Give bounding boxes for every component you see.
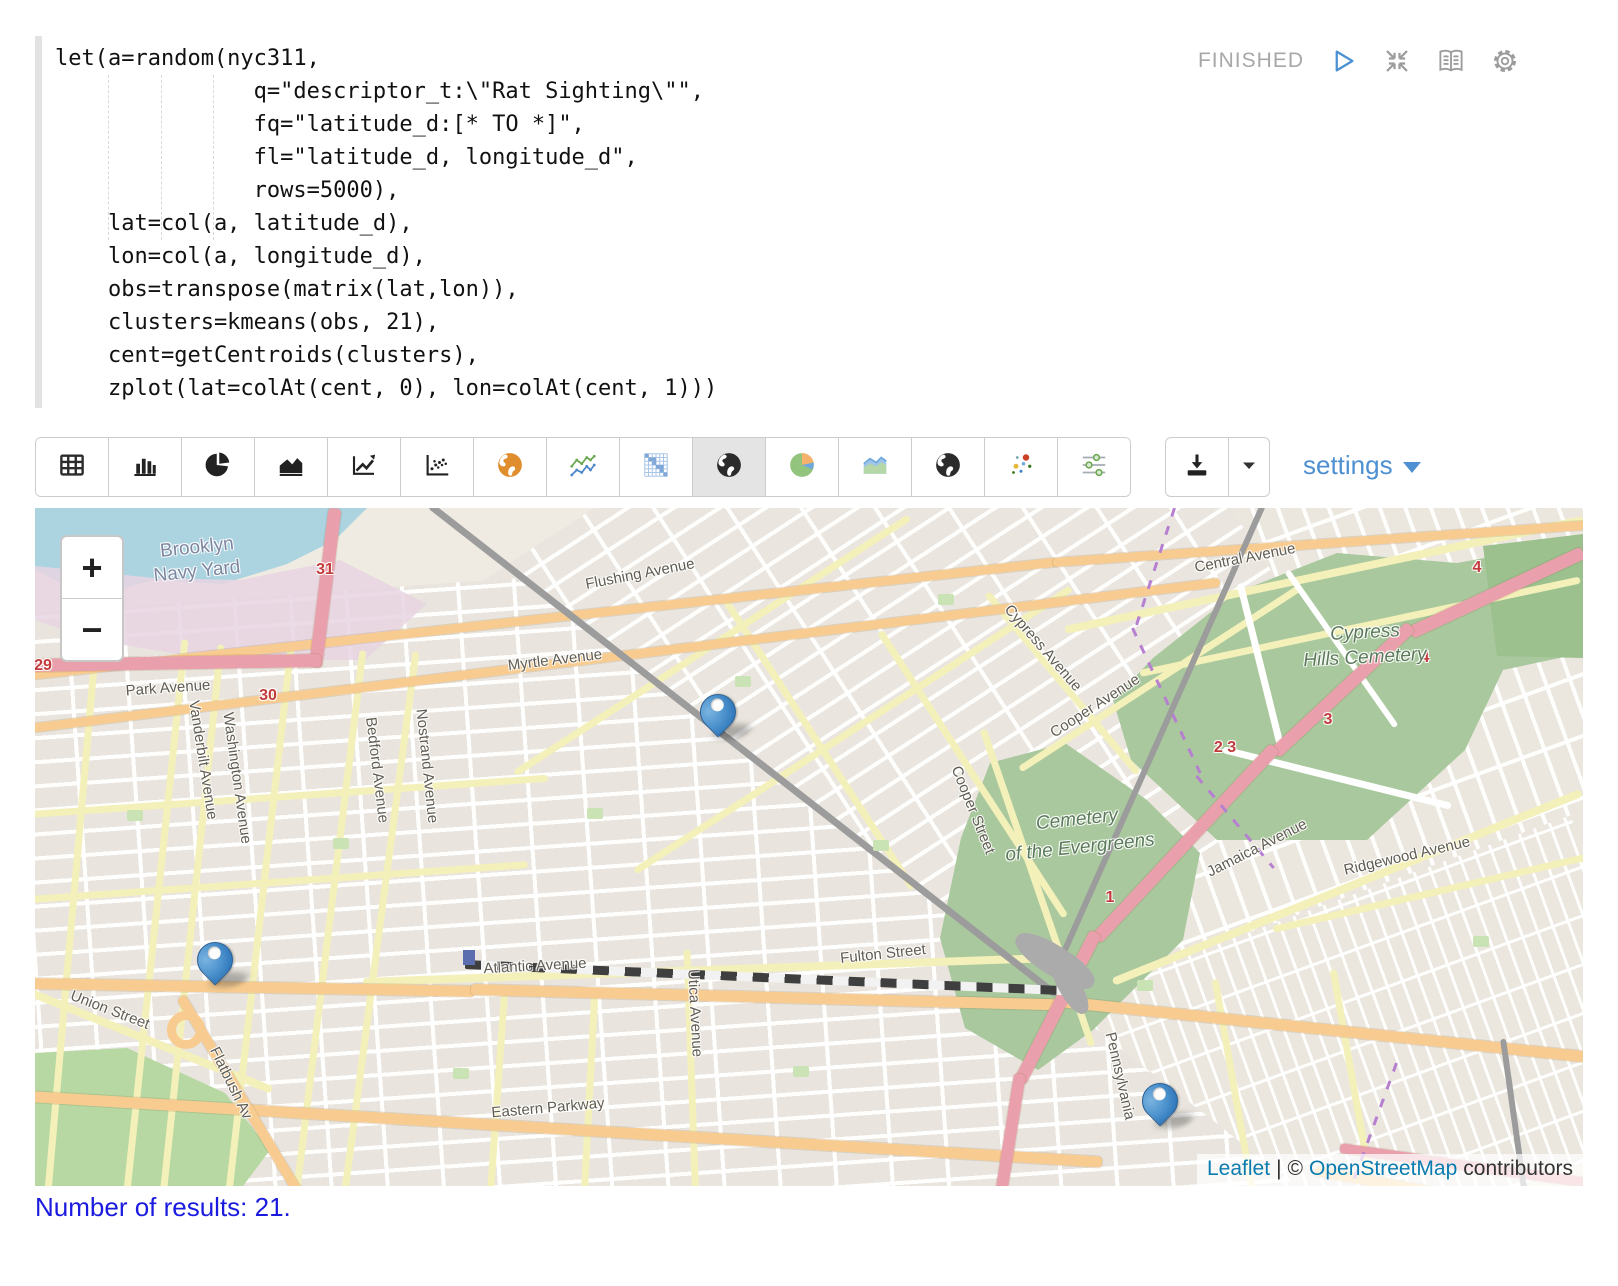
route-shield: 4	[1473, 559, 1482, 577]
leaflet-map[interactable]: Park AvenueVanderbilt AvenueWashington A…	[35, 508, 1583, 1186]
pie-chart-button[interactable]	[182, 438, 255, 496]
chart-type-group	[35, 437, 1131, 497]
globe-orange-icon	[495, 450, 525, 485]
station-marker	[463, 950, 475, 965]
park-patch	[793, 1066, 809, 1077]
route-shield: 29	[35, 657, 52, 675]
multi-line-chart-icon	[568, 450, 598, 485]
place-label: Cypress	[1330, 620, 1401, 646]
bar-chart-button[interactable]	[109, 438, 182, 496]
leaflet-link[interactable]: Leaflet	[1207, 1157, 1270, 1181]
table-button[interactable]	[36, 438, 109, 496]
download-icon	[1183, 451, 1211, 484]
route-shield: 31	[316, 561, 334, 579]
grand-army-plaza	[167, 1011, 205, 1049]
zoom-in-button[interactable]: +	[62, 537, 122, 599]
gear-icon[interactable]	[1490, 46, 1520, 76]
globe-dark-icon	[933, 450, 963, 485]
code-editor[interactable]: let(a=random(nyc311, q="descriptor_t:\"R…	[35, 30, 1583, 418]
route-shield: 3	[1324, 711, 1333, 729]
book-icon[interactable]	[1436, 46, 1466, 76]
table-icon	[57, 450, 87, 485]
scatter-color-button[interactable]	[985, 438, 1058, 496]
area-chart-icon	[276, 450, 306, 485]
code-line: cent=getCentroids(clusters),	[55, 339, 717, 372]
scatter-color-icon	[1006, 450, 1036, 485]
code-line: fq="latitude_d:[* TO *]",	[55, 108, 717, 141]
bar-chart-icon	[130, 450, 160, 485]
attribution-separator: |	[1276, 1157, 1281, 1181]
visualization-toolbar: settings	[35, 437, 1583, 497]
paragraph-controls: FINISHED	[1198, 46, 1520, 76]
route-shield: 30	[259, 687, 277, 705]
route-shield: 2 3	[1214, 739, 1236, 757]
heatmap-button[interactable]	[620, 438, 693, 496]
code-line: lon=col(a, longitude_d),	[55, 240, 717, 273]
status-badge: FINISHED	[1198, 49, 1304, 73]
attribution-suffix: contributors	[1463, 1157, 1573, 1181]
download-button[interactable]	[1166, 438, 1229, 496]
park-patch	[333, 838, 349, 849]
park-patch	[873, 840, 889, 851]
code-line: let(a=random(nyc311,	[55, 42, 717, 75]
park-patch	[453, 1068, 469, 1079]
sliders-button[interactable]	[1058, 438, 1130, 496]
code-line: fl="latitude_d, longitude_d",	[55, 141, 717, 174]
download-group	[1165, 437, 1270, 497]
copyright-symbol: ©	[1288, 1157, 1303, 1181]
download-caret-button[interactable]	[1229, 438, 1269, 496]
code-line: q="descriptor_t:\"Rat Sighting\"",	[55, 75, 717, 108]
multi-line-chart-button[interactable]	[547, 438, 620, 496]
park-patch	[127, 810, 143, 821]
area-color-icon	[860, 450, 890, 485]
area-chart-button[interactable]	[255, 438, 328, 496]
osm-link[interactable]: OpenStreetMap	[1309, 1157, 1457, 1181]
park-patch	[938, 594, 954, 605]
settings-toggle[interactable]: settings	[1303, 450, 1421, 481]
caret-down-icon	[1403, 462, 1421, 473]
result-count-text: Number of results: 21.	[35, 1192, 291, 1223]
route-shield: 1	[1106, 889, 1115, 907]
code-line: zplot(lat=colAt(cent, 0), lon=colAt(cent…	[55, 372, 717, 405]
scatter-chart-button[interactable]	[401, 438, 474, 496]
collapse-icon[interactable]	[1382, 46, 1412, 76]
area-color-button[interactable]	[839, 438, 912, 496]
globe-orange-button[interactable]	[474, 438, 547, 496]
pie-color-button[interactable]	[766, 438, 839, 496]
caret-down-icon	[1237, 453, 1261, 482]
sliders-icon	[1079, 450, 1109, 485]
map-attribution: Leaflet | © OpenStreetMap contributors	[1197, 1154, 1583, 1186]
scatter-chart-icon	[422, 450, 452, 485]
code-text: let(a=random(nyc311, q="descriptor_t:\"R…	[55, 42, 717, 405]
code-line: clusters=kmeans(obs, 21),	[55, 306, 717, 339]
leaflet-map-icon	[714, 450, 744, 485]
park-patch	[1473, 936, 1489, 947]
heatmap-icon	[641, 450, 671, 485]
park-patch	[1137, 980, 1153, 991]
code-line: obs=transpose(matrix(lat,lon)),	[55, 273, 717, 306]
code-line: rows=5000),	[55, 174, 717, 207]
line-chart-icon	[349, 450, 379, 485]
map-tiles	[35, 508, 1583, 1186]
leaflet-map-button[interactable]	[693, 438, 766, 496]
pie-chart-icon	[203, 450, 233, 485]
code-line: lat=col(a, latitude_d),	[55, 207, 717, 240]
zoom-control: + −	[60, 535, 124, 662]
pie-color-icon	[787, 450, 817, 485]
park-patch	[735, 676, 751, 687]
run-icon[interactable]	[1328, 46, 1358, 76]
zoom-out-button[interactable]: −	[62, 599, 122, 660]
settings-label: settings	[1303, 450, 1393, 481]
globe-dark-button[interactable]	[912, 438, 985, 496]
line-chart-button[interactable]	[328, 438, 401, 496]
park-patch	[587, 808, 603, 819]
editor-gutter	[35, 36, 42, 408]
